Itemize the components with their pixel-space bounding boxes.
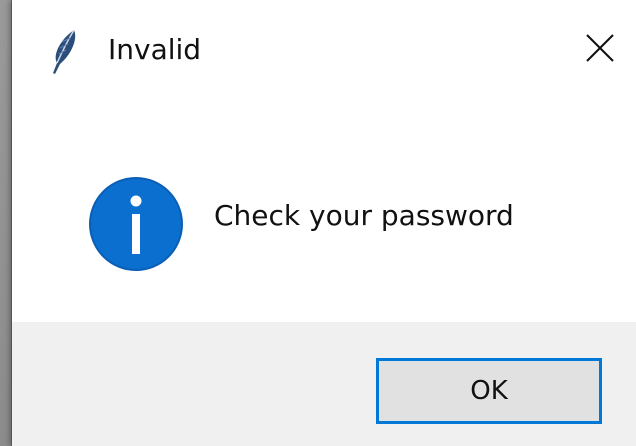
close-icon xyxy=(585,33,615,67)
message-dialog: Invalid Check your password OK xyxy=(12,0,636,446)
desktop-background: Invalid Check your password OK xyxy=(0,0,636,446)
ok-button-label: OK xyxy=(470,376,508,406)
ok-button[interactable]: OK xyxy=(376,358,602,424)
info-icon xyxy=(88,176,184,272)
title-bar[interactable]: Invalid xyxy=(12,0,636,104)
feather-icon xyxy=(48,28,80,76)
close-button[interactable] xyxy=(572,22,628,78)
dialog-content: Check your password xyxy=(12,104,636,322)
dialog-message: Check your password xyxy=(214,199,514,232)
dialog-title: Invalid xyxy=(108,33,202,66)
button-bar: OK xyxy=(12,322,636,446)
